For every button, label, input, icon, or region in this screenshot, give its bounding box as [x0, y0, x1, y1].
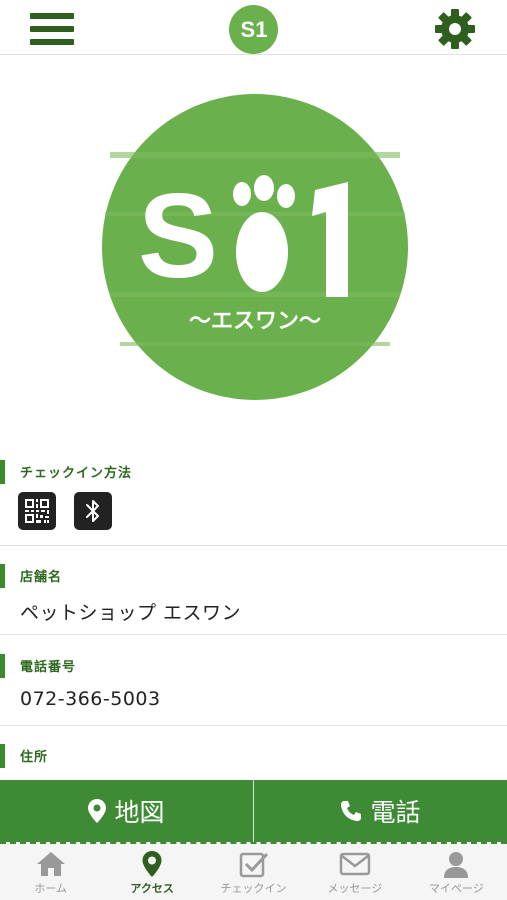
header-logo[interactable]: S1: [229, 5, 278, 54]
checkin-method-section: チェックイン方法: [0, 456, 507, 546]
nav-item-home[interactable]: ホーム: [0, 844, 101, 900]
nav-label: ホーム: [34, 882, 68, 895]
header-logo-text: S1: [240, 17, 267, 42]
action-bar: 地図 電話: [0, 780, 507, 842]
app-screen: S1 S 〜エスワン〜 チェックイン方法 店舗名 ペットショップ エスワン 電話…: [0, 0, 507, 900]
phone-section: 電話番号 072-366-5003: [0, 650, 507, 726]
envelope-icon: [339, 852, 371, 876]
checkin-method-label: チェックイン方法: [20, 466, 133, 481]
address-label: 住所: [20, 750, 49, 765]
map-pin-icon: [88, 799, 107, 823]
address-section: 住所: [0, 740, 507, 780]
store-logo-subtitle: 〜エスワン〜: [189, 309, 321, 334]
svg-text:S: S: [138, 169, 218, 303]
call-button[interactable]: 電話: [253, 780, 507, 842]
call-button-label: 電話: [370, 798, 421, 827]
checkin-icons: [18, 492, 112, 530]
qr-code-icon: [18, 492, 56, 530]
checkin-icon: [239, 852, 268, 878]
store-logo: S 〜エスワン〜: [102, 94, 408, 400]
store-name-section: 店舗名 ペットショップ エスワン: [0, 560, 507, 635]
section-accent-bar: [0, 564, 5, 588]
nav-item-access[interactable]: アクセス: [101, 844, 202, 900]
section-accent-bar: [0, 744, 5, 768]
nav-label: アクセス: [130, 882, 174, 895]
user-icon: [444, 852, 469, 878]
store-name-value: ペットショップ エスワン: [20, 602, 242, 624]
header-logo-mark: S1: [240, 17, 267, 42]
nav-item-mypage[interactable]: マイページ: [406, 844, 507, 900]
phone-label: 電話番号: [20, 660, 77, 675]
hamburger-menu-icon[interactable]: [30, 10, 74, 48]
bottom-navigation: ホーム アクセス チェックイン メッセージ マイページ: [0, 842, 507, 900]
nav-label: メッセージ: [327, 882, 383, 895]
section-accent-bar: [0, 654, 5, 678]
phone-value[interactable]: 072-366-5003: [20, 688, 161, 710]
gear-icon[interactable]: [433, 7, 477, 51]
nav-item-message[interactable]: メッセージ: [304, 844, 405, 900]
home-icon: [36, 852, 65, 876]
nav-label: マイページ: [428, 882, 484, 895]
map-button-label: 地図: [114, 798, 165, 827]
bluetooth-icon: [74, 492, 112, 530]
section-accent-bar: [0, 460, 5, 484]
store-name-label: 店舗名: [20, 570, 63, 585]
nav-label: チェックイン: [220, 882, 287, 895]
top-bar: S1: [0, 0, 507, 55]
phone-icon: [341, 801, 362, 821]
store-logo-area: S 〜エスワン〜: [0, 56, 507, 448]
map-pin-icon: [142, 851, 162, 877]
map-button[interactable]: 地図: [0, 780, 253, 842]
nav-item-checkin[interactable]: チェックイン: [203, 844, 304, 900]
